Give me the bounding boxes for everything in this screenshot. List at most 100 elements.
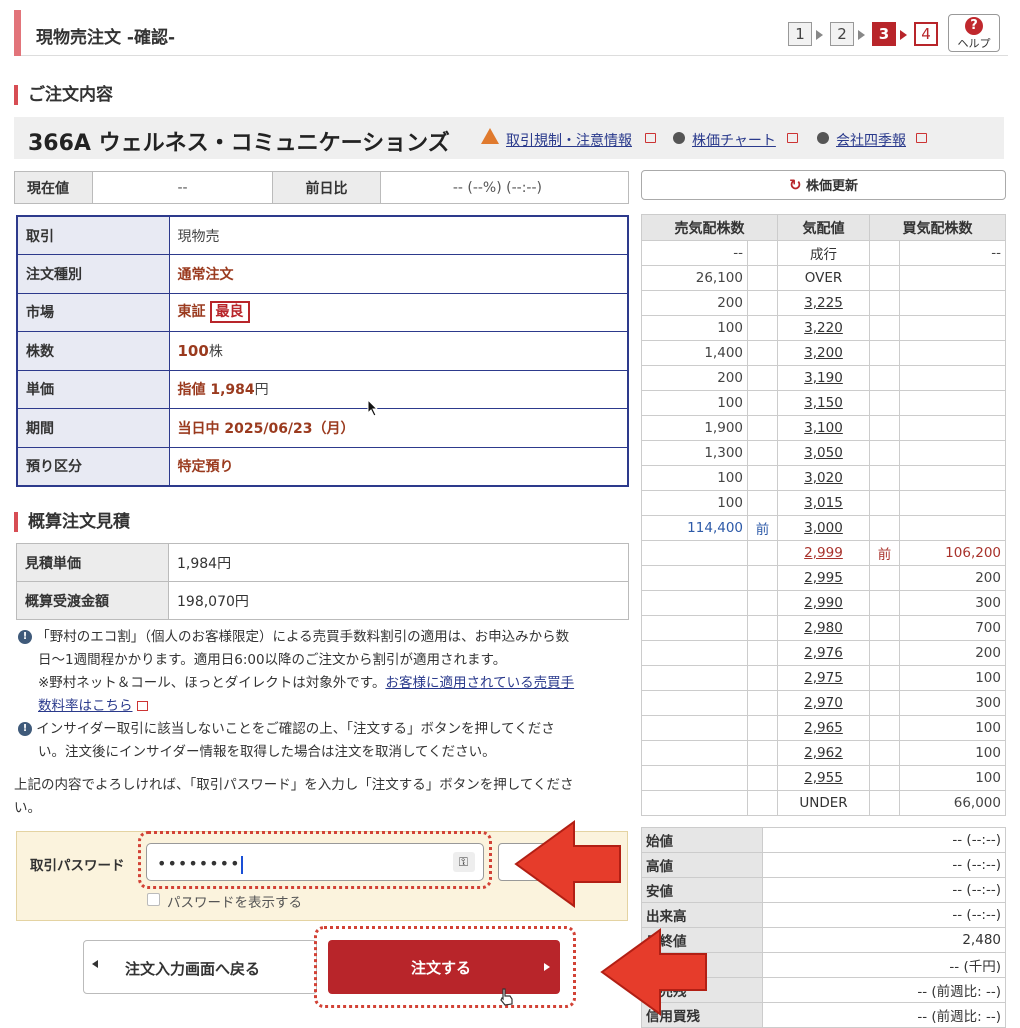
help-button[interactable]: ? ヘルプ [948,14,1000,52]
book-price[interactable]: 2,999 [777,540,870,566]
external-link-icon [787,133,798,143]
book-price[interactable]: 2,955 [777,765,870,791]
hand-cursor-icon [500,988,513,1006]
buy-mark [869,315,900,341]
fee-rate-link[interactable]: お客様に適用されている売買手 [385,675,574,691]
buy-qty: 66,000 [899,790,1006,816]
order-label: 期間 [16,408,170,448]
book-price[interactable]: 3,220 [777,315,870,341]
buy-mark [869,290,900,316]
book-row: 114,400 前 3,000 [641,515,1006,541]
page-title: 現物売注文 -確認- [36,28,176,48]
link-stock-chart[interactable]: 株価チャート [692,130,776,150]
book-row: 2,990 300 [641,590,1006,616]
change-label: 前日比 [272,171,381,204]
stock-name: 366A ウェルネス・コミュニケーションズ [28,131,450,156]
sell-qty: -- [641,240,748,266]
book-price[interactable]: 3,200 [777,340,870,366]
refresh-price-button[interactable]: ↻ 株価更新 [641,170,1006,200]
order-label: 単価 [16,369,170,409]
book-row: 2,970 300 [641,690,1006,716]
book-row: 1,300 3,050 [641,440,1006,466]
summary-value: 2,480 [762,927,1006,953]
summary-value: -- (--:--) [762,902,1006,928]
price-bar: 現在値 -- 前日比 -- (--%) (--:--) [14,171,629,204]
table-row: 預り区分 特定預り [16,446,629,486]
book-price[interactable]: 3,015 [777,490,870,516]
book-price[interactable]: 2,976 [777,640,870,666]
book-row: 2,976 200 [641,640,1006,666]
buy-qty [899,265,1006,291]
buy-mark [869,365,900,391]
book-price[interactable]: 3,150 [777,390,870,416]
buy-mark [869,590,900,616]
book-row: 100 3,015 [641,490,1006,516]
book-price[interactable]: 3,100 [777,415,870,441]
sell-mark [747,315,778,341]
book-price[interactable]: 2,975 [777,665,870,691]
step-arrow-icon [858,30,865,40]
buy-mark [869,390,900,416]
password-input[interactable]: •••••••• ⚿ [146,843,484,881]
annotation-arrow-left-icon [600,928,707,1016]
book-row: 200 3,225 [641,290,1006,316]
note-eco-line2: 日〜1週間程かかります。適用日6:00以降のご注文から割引が適用されます。 [38,652,507,668]
step-1: 1 [788,22,812,46]
book-row: 2,980 700 [641,615,1006,641]
book-price[interactable]: 2,962 [777,740,870,766]
sell-mark [747,665,778,691]
header-buy-qty: 買気配株数 [869,214,1006,241]
order-value: 当日中 2025/06/23（月） [168,408,629,448]
confirm-line1: 上記の内容でよろしければ、「取引パスワード」を入力し「注文する」ボタンを押してく… [14,777,574,793]
book-price[interactable]: 3,020 [777,465,870,491]
link-trading-restrictions[interactable]: 取引規制・注意情報 [506,130,632,150]
summary-label: 始値 [641,827,763,853]
book-price[interactable]: 3,000 [777,515,870,541]
sell-mark [747,590,778,616]
buy-qty: 200 [899,565,1006,591]
back-button-label: 注文入力画面へ戻る [125,960,261,978]
buy-qty [899,290,1006,316]
key-icon[interactable]: ⚿ [453,852,475,872]
book-price[interactable]: 3,190 [777,365,870,391]
external-link-icon [645,133,656,143]
sell-qty [641,665,748,691]
table-row: 期間 当日中 2025/06/23（月） [16,408,629,448]
book-price: UNDER [777,790,870,816]
buy-mark [869,490,900,516]
buy-mark [869,615,900,641]
back-to-input-button[interactable]: 注文入力画面へ戻る [83,940,317,994]
sell-mark [747,740,778,766]
sell-mark [747,615,778,641]
book-price[interactable]: 2,965 [777,715,870,741]
sell-mark: 前 [747,515,778,541]
link-company-quarterly[interactable]: 会社四季報 [836,130,906,150]
book-price[interactable]: 2,970 [777,690,870,716]
refresh-label: 株価更新 [806,179,859,194]
order-label: 注文種別 [16,254,170,294]
book-row: -- 成行 -- [641,240,1006,266]
sell-qty [641,765,748,791]
price-unit: 円 [254,382,269,399]
book-price[interactable]: 2,980 [777,615,870,641]
show-password-label: パスワードを表示する [167,895,302,911]
help-label: ヘルプ [957,37,991,50]
order-button-label: 注文する [411,959,472,977]
buy-qty: 300 [899,590,1006,616]
sell-mark [747,540,778,566]
book-price[interactable]: 2,995 [777,565,870,591]
show-password-checkbox[interactable] [147,893,160,906]
sell-qty: 100 [641,390,748,416]
sell-mark [747,390,778,416]
quantity-unit: 株 [208,343,223,360]
book-row: 100 3,020 [641,465,1006,491]
order-label: 取引 [16,215,170,255]
summary-row: 始値 -- (--:--) [641,827,1006,853]
fee-rate-link-cont[interactable]: 数料率はこちら [38,698,133,714]
sell-qty: 200 [641,365,748,391]
place-order-button[interactable]: 注文する [328,940,560,994]
book-price[interactable]: 2,990 [777,590,870,616]
book-price[interactable]: 3,050 [777,440,870,466]
book-price[interactable]: 3,225 [777,290,870,316]
order-value-price: 指値 1,984円 [168,369,629,409]
